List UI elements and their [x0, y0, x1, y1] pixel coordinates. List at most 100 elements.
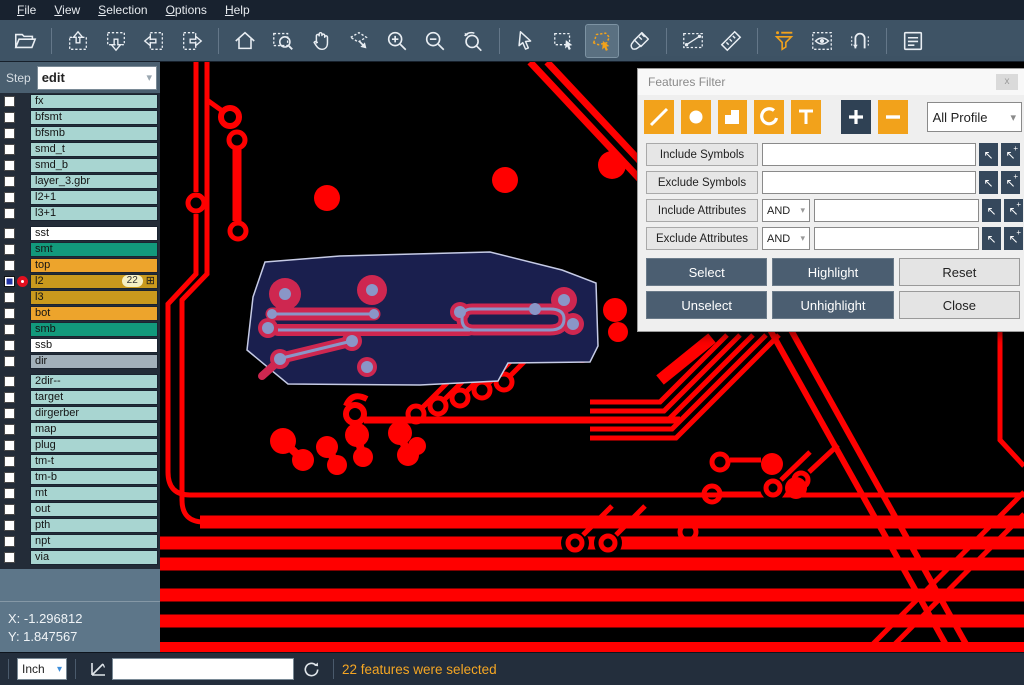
layer-row[interactable]: smb — [0, 321, 160, 337]
layer-visibility-checkbox[interactable] — [4, 112, 15, 123]
pick-symbol-icon[interactable]: ↖ — [979, 143, 998, 166]
unhighlight-button[interactable]: Unhighlight — [772, 291, 893, 319]
command-input[interactable] — [112, 658, 294, 680]
zoom-out-icon[interactable] — [419, 25, 451, 57]
layer-label-cell[interactable]: l3+1 — [30, 206, 158, 221]
layer-visibility-checkbox[interactable] — [4, 192, 15, 203]
layer-label-cell[interactable]: smb — [30, 322, 158, 337]
layer-visibility-checkbox[interactable] — [4, 392, 15, 403]
layer-row[interactable]: plug — [0, 437, 160, 453]
filter-positive-button[interactable] — [841, 100, 871, 134]
pick-add-symbol-icon[interactable]: ↖+ — [1001, 143, 1020, 166]
zoom-previous-icon[interactable] — [457, 25, 489, 57]
open-file-icon[interactable] — [9, 25, 41, 57]
layer-label-cell[interactable]: bfsmt — [30, 110, 158, 125]
step-select[interactable]: edit ▾ — [37, 66, 157, 90]
layer-row[interactable]: l3+1 — [0, 205, 160, 221]
layer-row[interactable]: dir — [0, 353, 160, 369]
layer-visibility-checkbox[interactable] — [4, 208, 15, 219]
ruler-icon[interactable] — [715, 25, 747, 57]
menu-item[interactable]: Help — [216, 1, 259, 19]
layer-visibility-checkbox[interactable] — [4, 472, 15, 483]
close-button[interactable]: Close — [899, 291, 1020, 319]
layer-label-cell[interactable]: l3 — [30, 290, 158, 305]
menu-item[interactable]: Options — [157, 1, 216, 19]
exclude-attributes-button[interactable]: Exclude Attributes — [646, 227, 758, 250]
layer-row[interactable]: fx — [0, 93, 160, 109]
layer-visibility-checkbox[interactable] — [4, 376, 15, 387]
layer-label-cell[interactable]: npt — [30, 534, 158, 549]
layer-label-cell[interactable]: tm-b — [30, 470, 158, 485]
layer-visibility-checkbox[interactable] — [4, 552, 15, 563]
layer-label-cell[interactable]: pth — [30, 518, 158, 533]
pick-add-attribute-icon[interactable]: ↖+ — [1004, 199, 1023, 222]
filter-text-button[interactable] — [791, 100, 821, 134]
layer-label-cell[interactable]: l2 22 ⊞ — [30, 274, 158, 289]
layer-row[interactable]: tm-b — [0, 469, 160, 485]
include-attributes-input[interactable] — [814, 199, 979, 222]
home-view-icon[interactable] — [229, 25, 261, 57]
layer-label-cell[interactable]: plug — [30, 438, 158, 453]
zoom-object-icon[interactable] — [343, 25, 375, 57]
pick-add-attribute-icon[interactable]: ↖+ — [1004, 227, 1023, 250]
layer-row[interactable]: map — [0, 421, 160, 437]
layer-label-cell[interactable]: top — [30, 258, 158, 273]
polygon-select-icon[interactable] — [586, 25, 618, 57]
zoom-window-icon[interactable] — [267, 25, 299, 57]
layer-label-cell[interactable]: smt — [30, 242, 158, 257]
brush-select-icon[interactable] — [624, 25, 656, 57]
layer-row[interactable]: 2dir-- — [0, 373, 160, 389]
layer-row[interactable]: ssb — [0, 337, 160, 353]
units-select[interactable]: Inch ▾ — [17, 658, 67, 680]
layer-row[interactable]: top — [0, 257, 160, 273]
layer-row[interactable]: mt — [0, 485, 160, 501]
layer-row[interactable]: l2+1 — [0, 189, 160, 205]
layer-row[interactable]: l3 — [0, 289, 160, 305]
layer-visibility-checkbox[interactable] — [4, 128, 15, 139]
pick-attribute-icon[interactable]: ↖ — [982, 199, 1001, 222]
exclude-attributes-input[interactable] — [814, 227, 979, 250]
layer-label-cell[interactable]: 2dir-- — [30, 374, 158, 389]
pan-down-icon[interactable] — [100, 25, 132, 57]
layer-label-cell[interactable]: dirgerber — [30, 406, 158, 421]
pan-left-icon[interactable] — [138, 25, 170, 57]
measure-icon[interactable] — [677, 25, 709, 57]
layer-visibility-checkbox[interactable] — [4, 324, 15, 335]
close-icon[interactable]: x — [996, 74, 1018, 90]
layer-row[interactable]: layer_3.gbr — [0, 173, 160, 189]
layer-visibility-checkbox[interactable] — [4, 228, 15, 239]
filter-lines-button[interactable] — [644, 100, 674, 134]
layer-label-cell[interactable]: fx — [30, 94, 158, 109]
layer-row[interactable]: sst — [0, 225, 160, 241]
exclude-symbols-input[interactable] — [762, 171, 976, 194]
highlight-button[interactable]: Highlight — [772, 258, 893, 286]
menu-item[interactable]: Selection — [89, 1, 156, 19]
layer-label-cell[interactable]: l2+1 — [30, 190, 158, 205]
refresh-icon[interactable] — [302, 660, 321, 679]
exclude-attributes-logic-select[interactable]: AND ▾ — [762, 227, 810, 250]
filter-pads-button[interactable] — [681, 100, 711, 134]
layer-row[interactable]: smd_t — [0, 141, 160, 157]
layer-label-cell[interactable]: bfsmb — [30, 126, 158, 141]
layer-visibility-checkbox[interactable] — [4, 488, 15, 499]
layer-row[interactable]: via — [0, 549, 160, 565]
layer-visibility-checkbox[interactable] — [4, 424, 15, 435]
select-arrow-icon[interactable] — [510, 25, 542, 57]
rect-select-icon[interactable] — [548, 25, 580, 57]
unselect-button[interactable]: Unselect — [646, 291, 767, 319]
profile-select[interactable]: All Profile ▾ — [927, 102, 1022, 132]
features-filter-icon[interactable] — [768, 25, 800, 57]
layer-row[interactable]: bfsmt — [0, 109, 160, 125]
layer-visibility-checkbox[interactable] — [4, 536, 15, 547]
layer-visibility-checkbox[interactable] — [4, 244, 15, 255]
layer-row[interactable]: smd_b — [0, 157, 160, 173]
pan-up-icon[interactable] — [62, 25, 94, 57]
layer-label-cell[interactable]: target — [30, 390, 158, 405]
layer-visibility-checkbox[interactable] — [4, 440, 15, 451]
filter-surfaces-button[interactable] — [718, 100, 748, 134]
layer-row[interactable]: target — [0, 389, 160, 405]
layer-label-cell[interactable]: via — [30, 550, 158, 565]
exclude-symbols-button[interactable]: Exclude Symbols — [646, 171, 758, 194]
layer-row[interactable]: tm-t — [0, 453, 160, 469]
pick-attribute-icon[interactable]: ↖ — [982, 227, 1001, 250]
